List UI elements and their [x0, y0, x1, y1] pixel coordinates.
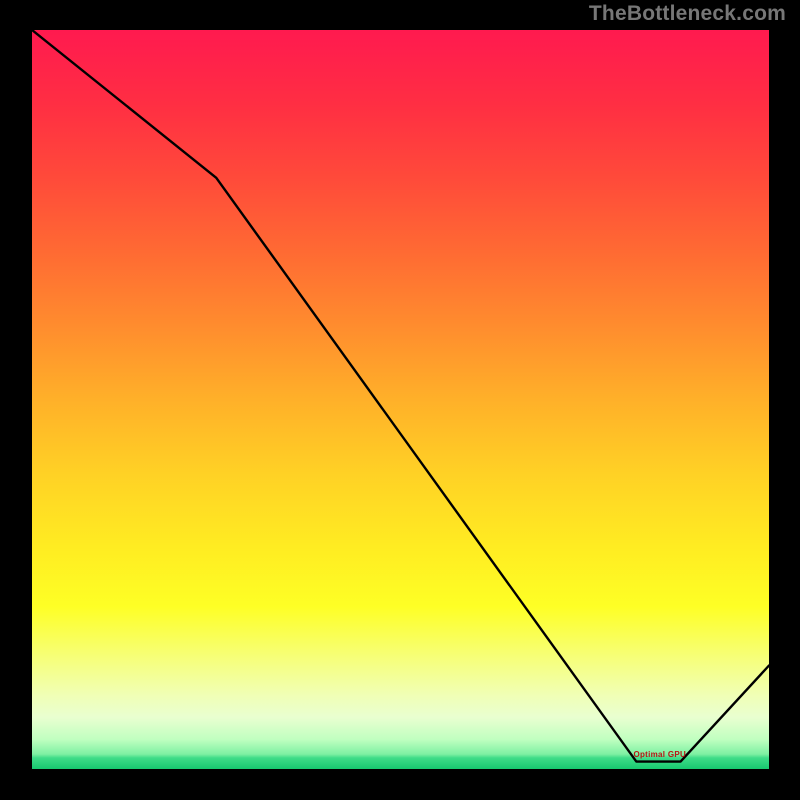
- chart-svg: [32, 30, 769, 769]
- plot-area: Optimal GPU: [32, 30, 769, 769]
- gradient-fill: [32, 30, 769, 769]
- optimal-gpu-annotation: Optimal GPU: [633, 750, 686, 759]
- figure-root: TheBottleneck.com Optimal GPU: [0, 0, 800, 800]
- attribution-watermark: TheBottleneck.com: [589, 2, 786, 26]
